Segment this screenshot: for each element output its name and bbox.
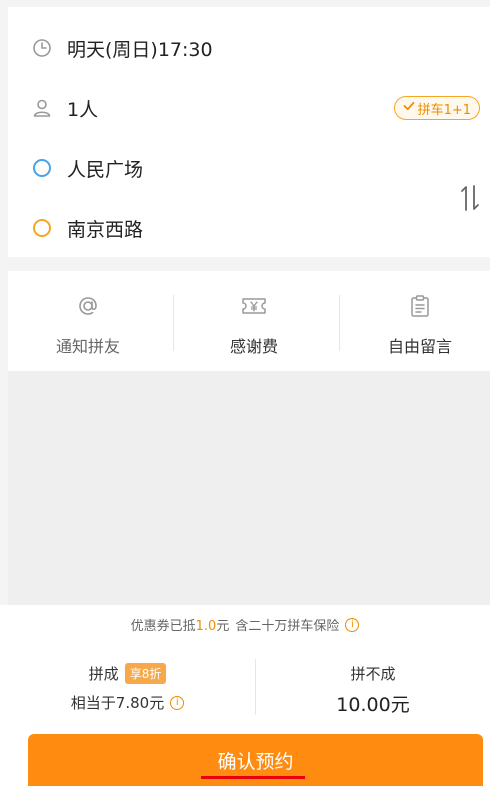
content-placeholder [8, 371, 490, 605]
insurance-text: 含二十万拼车保险 [235, 619, 340, 634]
end-dot-icon [32, 218, 52, 238]
departure-time: 明天(周日)17:30 [67, 38, 213, 61]
info-icon[interactable]: i [170, 695, 185, 710]
notify-friends-label: 通知拼友 [55, 337, 120, 356]
confirm-booking-label: 确认预约 [217, 750, 294, 773]
fail-label: 拼不成 [350, 665, 396, 683]
trip-card: 明天(周日)17:30 1人 拼车1+1 人民广场 南京西路 [8, 7, 490, 257]
coupon-unit: 元 [216, 619, 230, 634]
top-strip [0, 0, 490, 7]
start-location-row[interactable]: 人民广场 [8, 148, 490, 188]
confirm-underline [201, 776, 305, 779]
at-icon [75, 293, 101, 319]
thanks-fee-label: 感谢费 [229, 337, 278, 356]
swap-locations-button[interactable] [456, 183, 484, 217]
end-location: 南京西路 [67, 218, 144, 241]
free-message-button[interactable]: 自由留言 [340, 293, 490, 363]
check-icon [403, 100, 415, 116]
info-icon[interactable]: i [345, 617, 360, 632]
section-gap [0, 257, 490, 271]
coupon-prefix: 优惠券已抵 [130, 619, 196, 634]
success-label: 拼成 [88, 665, 119, 683]
free-message-label: 自由留言 [387, 337, 452, 356]
action-bar: 通知拼友 感谢费 自由留言 [8, 271, 490, 371]
fail-price: 10.00元 [336, 694, 410, 716]
notify-friends-button[interactable]: 通知拼友 [8, 293, 168, 363]
start-dot-icon [32, 158, 52, 178]
end-location-row[interactable]: 南京西路 [8, 208, 490, 248]
success-price: 相当于7.80元 [70, 694, 165, 712]
passenger-count: 1人 [67, 98, 99, 121]
coupon-line[interactable]: 优惠券已抵1.0元 含二十万拼车保险 i [0, 615, 490, 634]
time-row[interactable]: 明天(周日)17:30 [8, 28, 490, 68]
start-location: 人民广场 [67, 158, 144, 181]
thanks-fee-button[interactable]: 感谢费 [174, 293, 334, 363]
carpool-success-price[interactable]: 拼成 享8折 相当于7.80元 i [0, 663, 255, 723]
carpool-fail-price[interactable]: 拼不成 10.00元 [256, 663, 490, 723]
swap-icon [459, 183, 481, 217]
clipboard-icon [407, 293, 433, 319]
carpool-badge[interactable]: 拼车1+1 [393, 96, 480, 120]
person-icon [32, 98, 52, 118]
coupon-amount: 1.0 [195, 619, 217, 634]
ticket-yen-icon [241, 293, 267, 319]
discount-tag: 享8折 [124, 663, 167, 684]
clock-icon [32, 38, 52, 58]
carpool-badge-label: 拼车1+1 [417, 102, 471, 118]
